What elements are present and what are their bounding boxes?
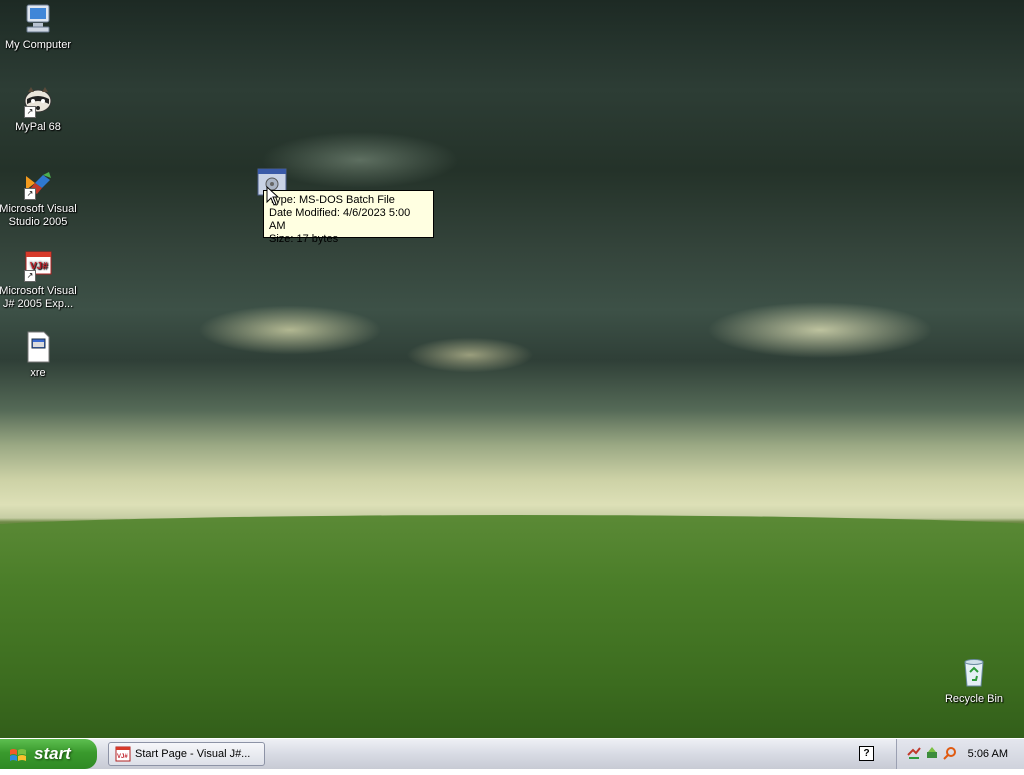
taskbar-item-visual-jsharp[interactable]: VJ# Start Page - Visual J#... bbox=[108, 742, 265, 766]
desktop-icon-my-computer[interactable]: My Computer bbox=[0, 2, 78, 52]
vjsharp-icon: VJ# ↗ bbox=[21, 248, 55, 282]
icon-label: MyPal 68 bbox=[15, 121, 61, 133]
desktop-icon-visual-jsharp[interactable]: VJ# ↗ Microsoft Visual J# 2005 Exp... bbox=[0, 248, 78, 311]
shortcut-arrow-icon: ↗ bbox=[24, 188, 36, 200]
icon-label: xre bbox=[30, 367, 46, 379]
icon-label: Microsoft Visual J# 2005 Exp... bbox=[0, 285, 77, 310]
help-icon[interactable]: ? bbox=[859, 746, 874, 761]
desktop-icon-recycle-bin[interactable]: Recycle Bin bbox=[934, 656, 1014, 706]
desktop[interactable]: My Computer ↗ MyPal 68 ↗ Microsoft Visua… bbox=[0, 0, 1024, 738]
clock[interactable]: 5:06 AM bbox=[968, 739, 1008, 769]
windows-flag-icon bbox=[9, 745, 27, 763]
start-button[interactable]: start bbox=[0, 739, 97, 769]
network-icon[interactable] bbox=[907, 746, 921, 760]
raccoon-icon: ↗ bbox=[21, 84, 55, 118]
grass-hill bbox=[0, 515, 1024, 738]
desktop-icon-xre[interactable]: xre bbox=[0, 330, 78, 380]
start-label: start bbox=[34, 744, 71, 763]
file-icon bbox=[21, 330, 55, 364]
icon-label: Recycle Bin bbox=[944, 693, 1004, 705]
shortcut-arrow-icon: ↗ bbox=[24, 106, 36, 118]
icon-label: My Computer bbox=[4, 39, 72, 51]
safely-remove-icon[interactable] bbox=[925, 746, 939, 760]
desktop-icon-visual-studio[interactable]: ↗ Microsoft Visual Studio 2005 bbox=[0, 166, 78, 229]
file-info-tooltip: Type: MS-DOS Batch File Date Modified: 4… bbox=[263, 190, 434, 245]
vjsharp-icon: VJ# bbox=[115, 746, 131, 762]
task-item-label: Start Page - Visual J#... bbox=[135, 748, 251, 760]
svg-text:VJ#: VJ# bbox=[117, 754, 128, 760]
tooltip-size: Size: 17 bytes bbox=[269, 233, 339, 245]
shortcut-arrow-icon: ↗ bbox=[24, 270, 36, 282]
search-icon[interactable] bbox=[943, 746, 957, 760]
taskbar: start VJ# Start Page - Visual J#... ? 5:… bbox=[0, 738, 1024, 769]
tooltip-type: Type: MS-DOS Batch File bbox=[269, 194, 395, 206]
tooltip-date-modified: Date Modified: 4/6/2023 5:00 AM bbox=[269, 207, 411, 232]
recycle-bin-icon bbox=[957, 656, 991, 690]
system-tray: 5:06 AM bbox=[896, 739, 1024, 769]
visual-studio-icon: ↗ bbox=[21, 166, 55, 200]
icon-label: Microsoft Visual Studio 2005 bbox=[0, 203, 77, 228]
computer-icon bbox=[21, 2, 55, 36]
mouse-cursor-icon bbox=[266, 185, 280, 206]
desktop-icon-mypal[interactable]: ↗ MyPal 68 bbox=[0, 84, 78, 134]
